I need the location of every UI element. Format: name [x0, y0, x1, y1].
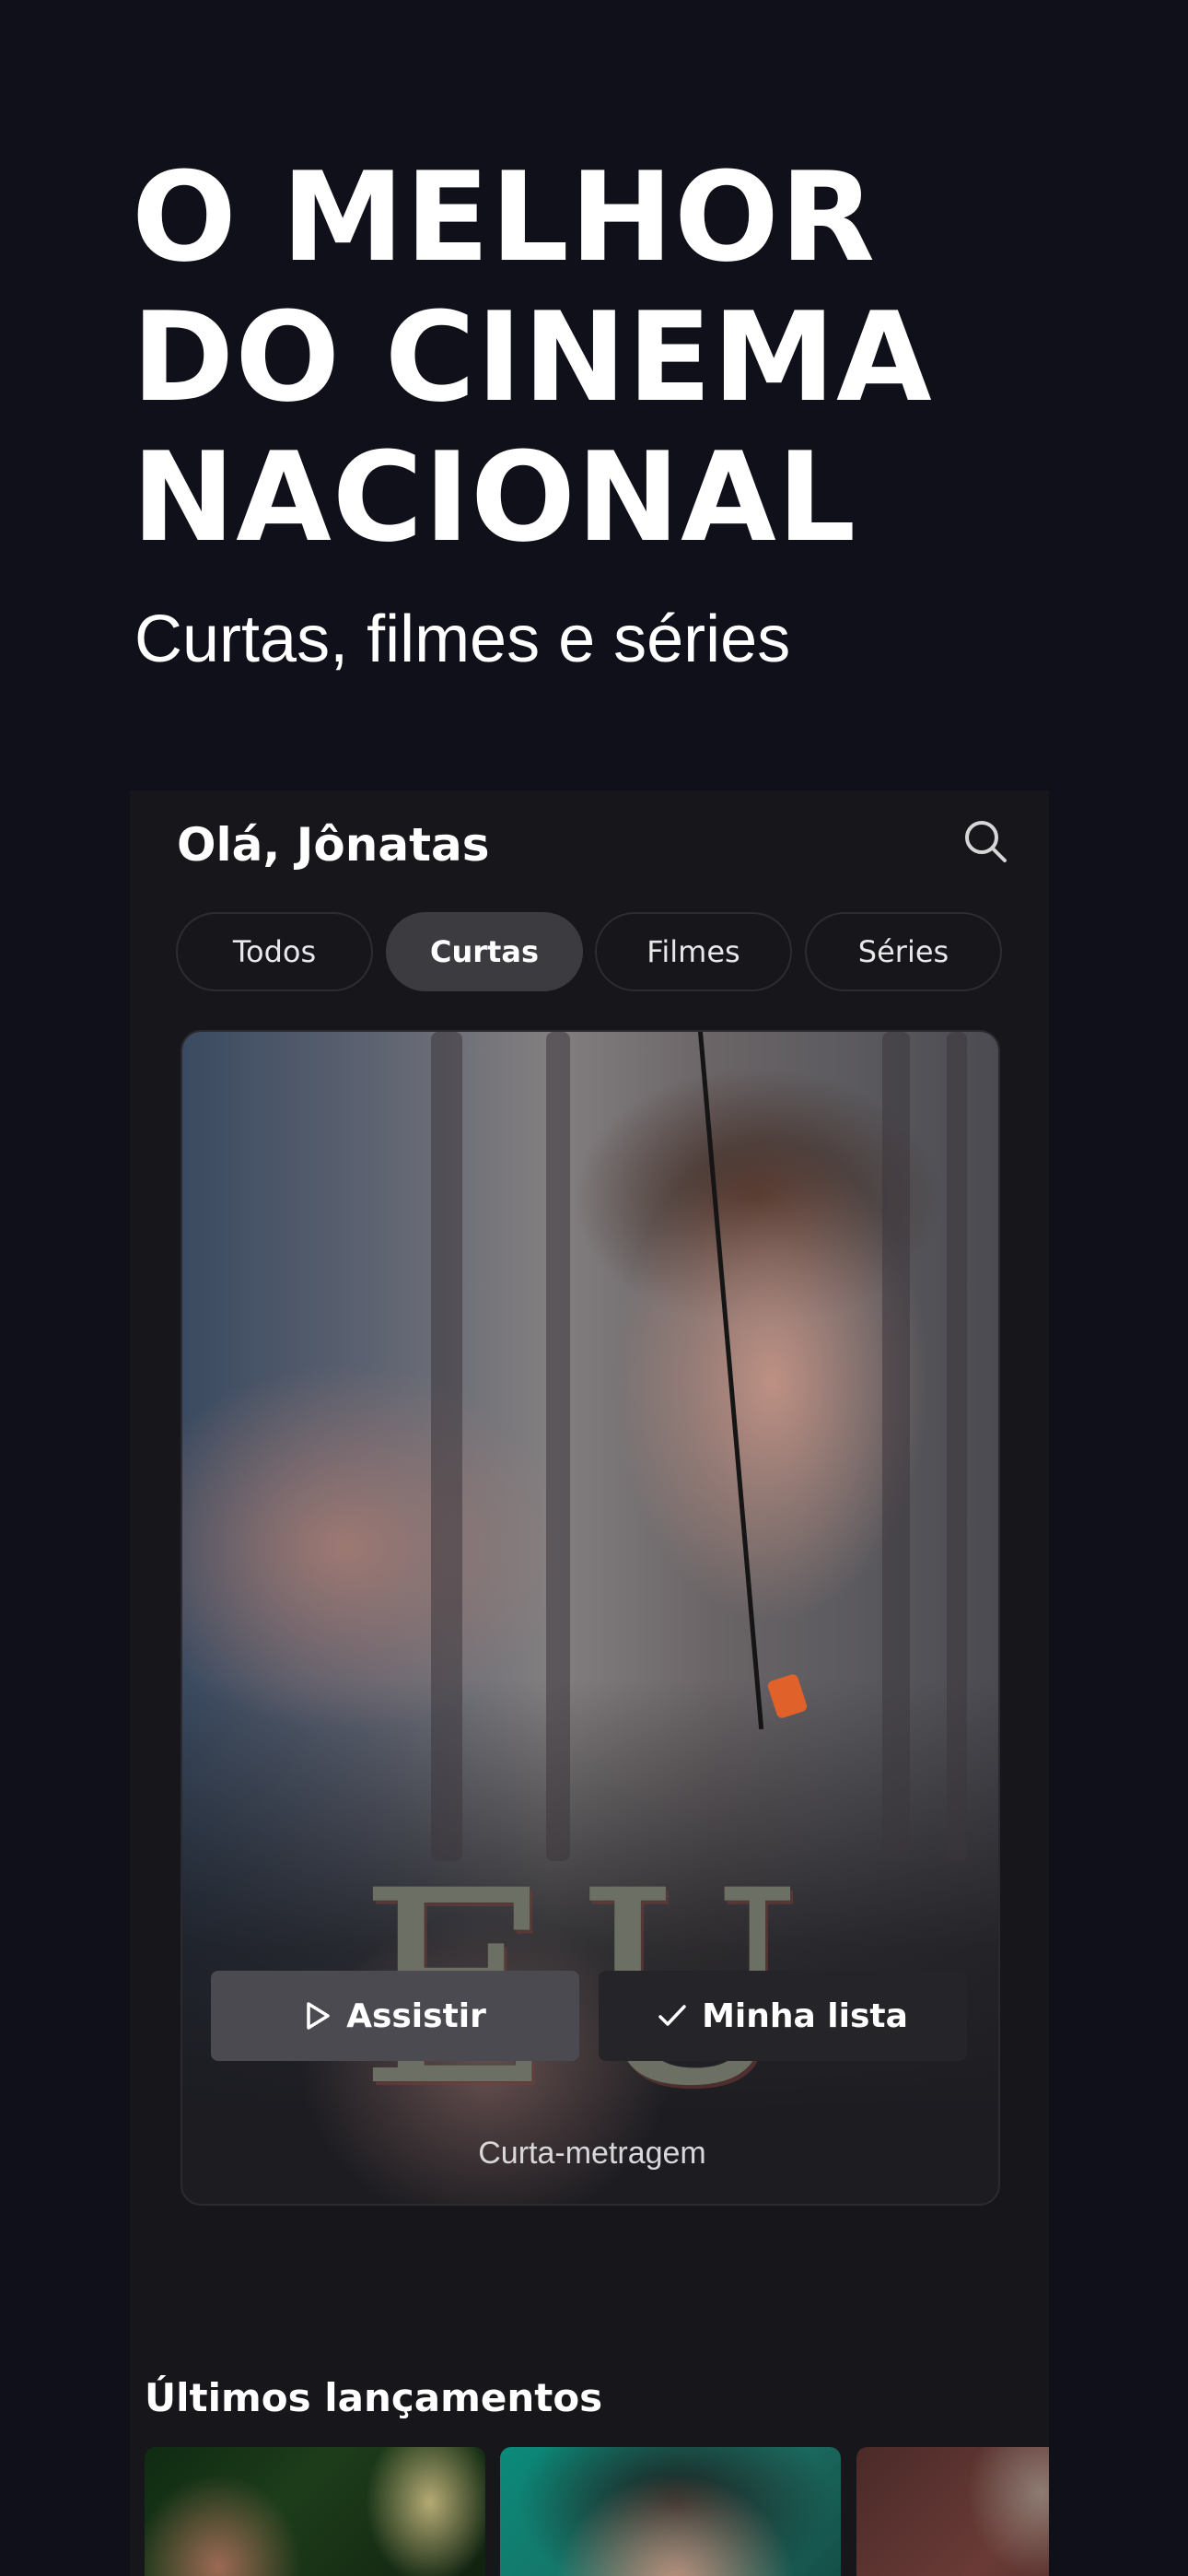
category-filter-bar: Todos Curtas Filmes Séries [176, 912, 1005, 991]
app-screen-mockup: Olá, Jônatas Todos Curtas Filmes Séries … [130, 790, 1049, 2576]
play-icon [307, 2002, 330, 2030]
filter-chip-filmes[interactable]: Filmes [595, 912, 792, 991]
headline-line-2: DO CINEMA [132, 286, 933, 429]
watch-button[interactable]: Assistir [211, 1971, 579, 2061]
check-icon [658, 2005, 686, 2026]
watch-button-label: Assistir [346, 1996, 486, 2035]
headline-line-1: O MELHOR [132, 146, 877, 289]
latest-releases-rail[interactable] [145, 2447, 1049, 2576]
my-list-button[interactable]: Minha lista [599, 1971, 967, 2061]
release-thumbnail[interactable] [145, 2447, 485, 2576]
promo-subheadline: Curtas, filmes e séries [134, 603, 791, 676]
search-icon [965, 821, 1007, 862]
search-button[interactable] [957, 813, 1014, 870]
greeting: Olá, Jônatas [177, 818, 490, 872]
promo-headline: O MELHOR DO CINEMA NACIONAL [132, 147, 1099, 568]
app-store-promo-screen: O MELHOR DO CINEMA NACIONAL Curtas, film… [0, 0, 1188, 2576]
release-thumbnail[interactable] [856, 2447, 1049, 2576]
filter-chip-todos[interactable]: Todos [176, 912, 373, 991]
release-thumbnail[interactable] [500, 2447, 841, 2576]
headline-line-3: NACIONAL [132, 426, 857, 569]
filter-chip-curtas[interactable]: Curtas [386, 912, 583, 991]
latest-releases-title: Últimos lançamentos [145, 2375, 603, 2420]
my-list-button-label: Minha lista [702, 1996, 908, 2035]
featured-category: Curta-metragem [478, 2136, 706, 2171]
filter-chip-series[interactable]: Séries [805, 912, 1002, 991]
